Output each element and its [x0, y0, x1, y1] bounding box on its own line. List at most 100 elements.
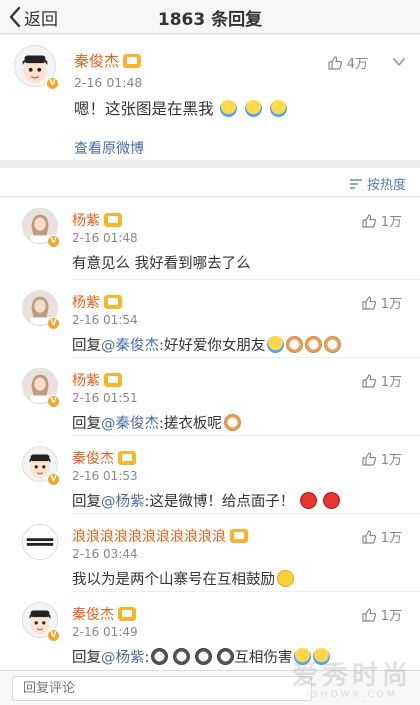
comment-time: 2-16 01:49: [72, 625, 138, 639]
like-count: 1万: [380, 609, 402, 624]
like-count: 1万: [380, 297, 402, 312]
avatar[interactable]: [22, 524, 58, 560]
verified-badge-icon: V: [47, 317, 60, 330]
comment-text: 回复@秦俊杰:搓衣板呢: [72, 412, 241, 433]
reply-body: :这是微博！给点面子！: [144, 494, 295, 510]
reply-body: :: [144, 650, 150, 666]
comment-time: 2-16 01:54: [72, 313, 138, 327]
cat-emoji-icon: [305, 336, 323, 353]
comment-text: 回复@秦俊杰:好好爱你女朋友: [72, 334, 342, 355]
panda-emoji-icon: [217, 648, 235, 665]
mention-link[interactable]: @杨紫: [101, 650, 145, 666]
comment-author[interactable]: 秦俊杰: [72, 448, 136, 468]
comment-time: 2-16 01:48: [72, 231, 138, 245]
thumbs-up-icon: [362, 451, 376, 466]
verified-badge-icon: V: [47, 235, 60, 248]
comment-time: 2-16 03:44: [72, 547, 138, 561]
thumbs-up-icon: [362, 607, 376, 622]
verified-badge-icon: V: [46, 77, 59, 90]
smile-emoji-icon: [277, 570, 294, 587]
like-button[interactable]: 1万: [361, 527, 402, 546]
page-title: 1863 条回复: [157, 10, 263, 30]
comment-author-text: 杨紫: [72, 295, 100, 311]
comment-list: V 杨紫 2-16 01:48 1万 有意见么 我好看到哪去了么 V 杨紫 2-…: [0, 198, 420, 670]
verified-badge-icon: V: [47, 395, 60, 408]
thumbs-up-icon: [362, 529, 376, 544]
chick-emoji-icon: [267, 336, 285, 353]
comment-item: V 杨紫 2-16 01:48 1万 有意见么 我好看到哪去了么: [0, 198, 420, 280]
like-button[interactable]: 4万: [327, 53, 368, 72]
like-count: 4万: [346, 57, 368, 72]
post-text: 嗯！这张图是在黑我: [74, 97, 287, 119]
sort-icon: [349, 178, 362, 189]
member-crown-icon: [104, 295, 122, 309]
reply-prefix: 回复: [72, 338, 101, 354]
like-button[interactable]: 1万: [361, 293, 402, 312]
comment-text: 回复@杨紫:这是微博！给点面子！: [72, 490, 341, 511]
like-count: 1万: [380, 531, 402, 546]
like-button[interactable]: 1万: [361, 449, 402, 468]
post-text-body: 嗯！这张图是在黑我: [74, 100, 214, 118]
chick-emoji-icon: [269, 100, 287, 117]
comment-item: V 秦俊杰 2-16 01:49 1万 回复@杨紫: 互相伤害: [0, 592, 420, 670]
comment-text: 有意见么 我好看到哪去了么: [72, 256, 251, 272]
thumbs-up-icon: [328, 55, 342, 70]
comment-author-text: 秦俊杰: [72, 451, 114, 467]
text-avatar-icon: [23, 525, 57, 559]
watermark-sub: ISHOWX.COM: [306, 690, 398, 700]
mention-link[interactable]: @杨紫: [101, 494, 145, 510]
comment-author-text: 秦俊杰: [72, 607, 114, 623]
author-name-text: 秦俊杰: [74, 52, 120, 70]
comment-author-text: 杨紫: [72, 213, 100, 229]
comment-item: V 秦俊杰 2-16 01:53 1万 回复@杨紫:这是微博！给点面子！: [0, 436, 420, 514]
sort-label: 按热度: [366, 178, 406, 193]
thumbs-up-icon: [362, 373, 376, 388]
comment-time: 2-16 01:53: [72, 469, 138, 483]
comment-text: 我以为是两个山寨号在互相鼓励: [72, 568, 294, 589]
reply-input[interactable]: [12, 676, 312, 701]
reply-prefix: 回复: [72, 416, 101, 432]
member-crown-icon: [104, 213, 122, 227]
angry-emoji-icon: [300, 492, 318, 509]
like-count: 1万: [380, 375, 402, 390]
mention-link[interactable]: @秦俊杰: [101, 416, 159, 432]
cat-emoji-icon: [223, 414, 241, 431]
member-crown-icon: [230, 529, 248, 543]
sort-bar: 按热度: [0, 168, 420, 197]
member-crown-icon: [118, 451, 136, 465]
original-post: V 秦俊杰 2-16 01:48 4万 嗯！这张图是在黑我 查看原微博: [0, 35, 420, 160]
comment-item: V 杨紫 2-16 01:51 1万 回复@秦俊杰:搓衣板呢: [0, 358, 420, 436]
panda-emoji-icon: [173, 648, 191, 665]
sort-by-hot-button[interactable]: 按热度: [349, 174, 406, 193]
comment-author[interactable]: 浪浪浪浪浪浪浪浪浪浪浪: [72, 526, 248, 546]
panda-emoji-icon: [195, 648, 213, 665]
comment-item: 浪浪浪浪浪浪浪浪浪浪浪 2-16 03:44 1万 我以为是两个山寨号在互相鼓励: [0, 514, 420, 592]
comment-author[interactable]: 杨紫: [72, 210, 122, 230]
mention-link[interactable]: @秦俊杰: [101, 338, 159, 354]
verified-badge-icon: V: [47, 629, 60, 642]
comment-author-text: 杨紫: [72, 373, 100, 389]
comment-author[interactable]: 杨紫: [72, 370, 122, 390]
reply-suffix: 互相伤害: [234, 650, 293, 666]
verified-badge-icon: V: [47, 473, 60, 486]
thumbs-up-icon: [362, 213, 376, 228]
member-crown-icon: [123, 53, 142, 68]
comment-author[interactable]: 秦俊杰: [72, 604, 136, 624]
comment-author-text: 浪浪浪浪浪浪浪浪浪浪浪: [72, 529, 226, 545]
reply-body: :搓衣板呢: [159, 416, 222, 432]
chevron-down-icon[interactable]: [392, 55, 406, 69]
comment-author[interactable]: 杨紫: [72, 292, 122, 312]
comment-item: V 杨紫 2-16 01:54 1万 回复@秦俊杰:好好爱你女朋友: [0, 280, 420, 358]
panda-emoji-icon: [151, 648, 169, 665]
like-button[interactable]: 1万: [361, 211, 402, 230]
member-crown-icon: [118, 607, 136, 621]
view-original-link[interactable]: 查看原微博: [74, 138, 144, 158]
chick-emoji-icon: [219, 100, 237, 117]
like-count: 1万: [380, 215, 402, 230]
comment-time: 2-16 01:51: [72, 391, 138, 405]
member-crown-icon: [104, 373, 122, 387]
thumbs-up-icon: [362, 295, 376, 310]
like-button[interactable]: 1万: [361, 605, 402, 624]
author-name[interactable]: 秦俊杰: [74, 50, 142, 71]
like-button[interactable]: 1万: [361, 371, 402, 390]
